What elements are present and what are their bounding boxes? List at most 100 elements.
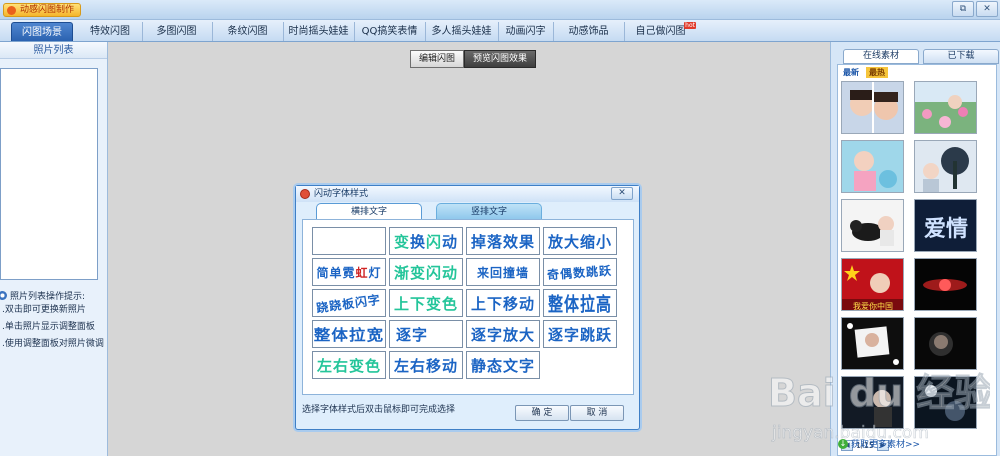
tab-stripes[interactable]: 条纹闪图 [212,22,282,41]
china-flag-image: 我爱你中国 [842,259,903,311]
photo-list-panel: 照片列表 照片列表操作提示: .双击即可更换新照片 .单击照片显示调整面板 .使… [0,42,108,456]
night-girl-image [842,377,903,428]
tab-animated-text[interactable]: 动画闪字 [498,22,552,41]
style-option[interactable]: 放大缩小 [543,227,617,255]
style-option[interactable]: 整体拉高 [543,289,617,317]
material-thumbnail[interactable] [914,258,977,311]
style-label: 整体拉宽 [313,325,385,344]
close-button[interactable]: ✕ [976,1,998,17]
hint-item: .单击照片显示调整面板 [2,322,95,332]
edit-mode-button[interactable]: 编辑闪图 [410,50,465,68]
main-tab-bar: 闪图场景 特效闪图 多图闪图 条纹闪图 时尚摇头娃娃 QQ搞笑表情 多人摇头娃娃… [0,20,1000,42]
style-option[interactable]: 整体拉宽 [312,320,386,348]
mode-switch: 编辑闪图 预览闪图效果 [410,50,537,68]
material-thumbnail[interactable] [841,140,904,193]
sub-tab-hottest[interactable]: 最热 [866,67,888,78]
dialog-hint: 选择字体样式后双击鼠标即可完成选择 [302,405,456,415]
style-label: 跷跷板闪字 [315,292,383,315]
style-option[interactable]: 逐字 [389,320,463,348]
tab-diy[interactable]: 自己做闪图 hot [624,22,696,41]
cancel-button[interactable]: 取 消 [570,405,624,421]
material-thumbnail[interactable] [841,317,904,370]
window-controls: ⧉ ✕ [952,1,998,17]
style-option[interactable]: 左右变色 [312,351,386,379]
style-grid: 变换闪动 掉落效果 放大缩小 简单霓虹灯 渐变闪动 来回撞墙 奇偶数跳跃 跷跷板… [312,227,617,379]
dialog-title-bar: 闪动字体样式 ✕ [296,186,639,202]
style-option[interactable]: 左右移动 [389,351,463,379]
style-option[interactable]: 上下移动 [466,289,540,317]
tab-label: 条纹闪图 [227,26,268,37]
material-thumbnail[interactable]: 爱情 [914,199,977,252]
style-option[interactable]: 奇偶数跳跃 [543,258,617,286]
love-text: 爱情 [924,216,968,242]
style-label: 整体拉高 [547,292,612,315]
material-thumbnail[interactable] [914,140,977,193]
style-option[interactable]: 静态文字 [466,351,540,379]
hint-title-text: 照片列表操作提示: [10,291,86,302]
dialog-close-button[interactable]: ✕ [611,187,633,200]
dark-portrait-image [915,318,976,369]
girl-dog-image [842,200,903,251]
tab-bobblehead[interactable]: 时尚摇头娃娃 [283,22,353,41]
more-materials-link[interactable]: ↓ 获取更多素材>> [838,437,920,450]
portrait-photo-image [842,82,903,133]
material-panel: 在线素材 已下载 最新 最热 爱情 我爱你中国 1/15 ▶ [830,42,1000,456]
material-tabs: 在线素材 已下载 [843,49,999,64]
style-label: 奇偶数跳跃 [547,263,613,282]
style-option[interactable]: 渐变闪动 [389,258,463,286]
tab-qq-funny[interactable]: QQ搞笑表情 [354,22,424,41]
hint-item: .使用调整面板对照片微调 [2,339,104,349]
style-option[interactable]: 掉落效果 [466,227,540,255]
tab-decorations[interactable]: 动感饰品 [553,22,623,41]
tab-label: 时尚摇头娃娃 [288,26,349,37]
material-thumbnail[interactable] [914,376,977,429]
material-thumbnail[interactable] [914,81,977,134]
tab-multi-bobblehead[interactable]: 多人摇头娃娃 [425,22,497,41]
style-option[interactable]: 简单霓虹灯 [312,258,386,286]
material-thumbnail[interactable] [914,317,977,370]
style-option[interactable]: 上下变色 [389,289,463,317]
style-label: 简单霓虹灯 [316,265,382,280]
tab-horizontal-text[interactable]: 横排文字 [316,203,422,219]
app-title: 动感闪图制作 [3,3,82,17]
style-option[interactable]: 来回撞墙 [466,258,540,286]
material-thumbnail[interactable] [841,81,904,134]
style-option[interactable]: 逐字放大 [466,320,540,348]
material-thumbnail[interactable] [841,376,904,429]
preview-mode-button[interactable]: 预览闪图效果 [464,50,537,68]
material-thumbnail[interactable]: 我爱你中国 [841,258,904,311]
tab-label: 闪图场景 [22,27,62,38]
more-materials-text: 获取更多素材>> [851,440,921,450]
love-text-image: 爱情 [915,200,976,251]
photo-frame-image [842,318,903,369]
hint-title: 照片列表操作提示: [0,288,108,302]
ok-button[interactable]: 确 定 [515,405,569,421]
style-option[interactable]: 变换闪动 [389,227,463,255]
hint-item: .双击即可更换新照片 [2,305,86,315]
photo-list[interactable] [0,68,98,280]
tab-label: 多图闪图 [156,26,197,37]
tab-effects[interactable]: 特效闪图 [80,22,140,41]
material-thumbnail[interactable] [841,199,904,252]
sub-tab-newest[interactable]: 最新 [840,67,862,78]
tab-downloaded[interactable]: 已下载 [923,49,999,64]
app-logo-icon [7,6,16,15]
tab-vertical-text[interactable]: 竖排文字 [436,203,542,219]
material-sub-tabs: 最新 最热 [838,65,996,78]
tab-multi-image[interactable]: 多图闪图 [142,22,210,41]
tab-label: 多人摇头娃娃 [431,26,492,37]
girl-pink-bg-image [842,141,903,192]
style-option[interactable]: 跷跷板闪字 [312,289,386,317]
tab-label: QQ搞笑表情 [361,26,418,37]
canvas-area: 编辑闪图 预览闪图效果 闪动字体样式 ✕ 横排文字 竖排文字 变换闪动 掉落效果… [108,42,830,456]
moonlight-image [915,377,976,428]
style-label: 变换闪动 [393,232,458,251]
banner-text: 我爱你中国 [853,301,893,311]
material-list: 最新 最热 爱情 我爱你中国 1/15 ▶ [837,64,997,456]
style-option-blank[interactable] [312,227,386,255]
tab-online-materials[interactable]: 在线素材 [843,49,919,64]
tab-scene[interactable]: 闪图场景 [11,22,73,41]
style-option[interactable]: 逐字跳跃 [543,320,617,348]
restore-button[interactable]: ⧉ [952,1,974,17]
font-style-dialog: 闪动字体样式 ✕ 横排文字 竖排文字 变换闪动 掉落效果 放大缩小 简单霓虹灯 … [295,185,640,430]
